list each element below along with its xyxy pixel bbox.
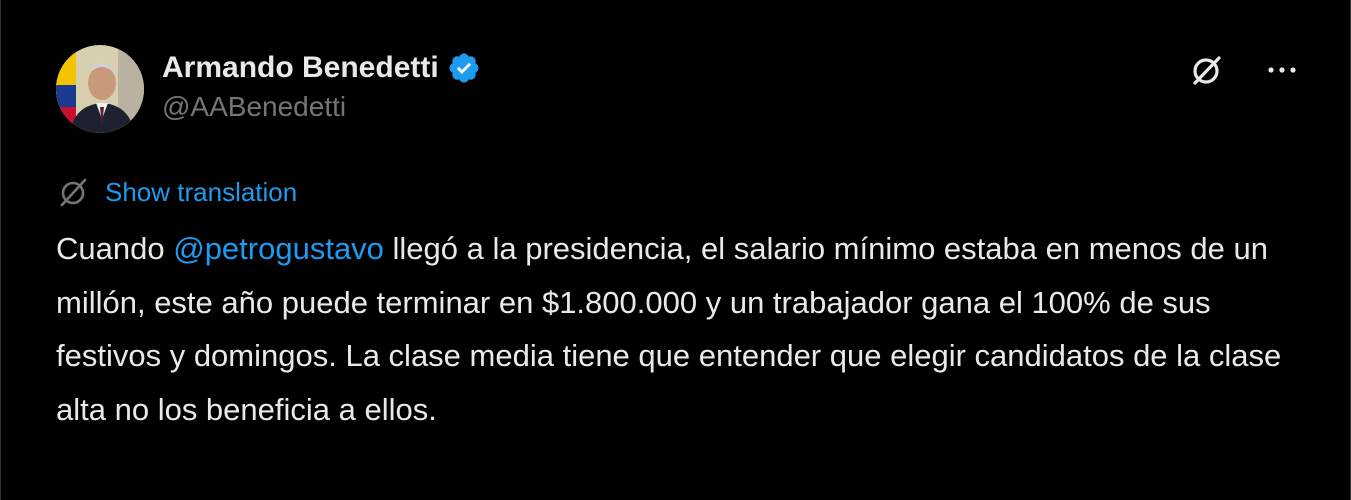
tweet-header: Armando Benedetti @AABenedetti bbox=[56, 45, 481, 133]
verified-badge-icon[interactable] bbox=[447, 51, 481, 85]
more-options-icon[interactable] bbox=[1262, 50, 1302, 90]
avatar-image bbox=[56, 45, 144, 133]
show-translation-link[interactable]: Show translation bbox=[105, 177, 297, 208]
name-row: Armando Benedetti bbox=[162, 51, 481, 85]
handle[interactable]: @AABenedetti bbox=[162, 91, 481, 123]
tweet-text-start: Cuando bbox=[56, 231, 174, 266]
author-block: Armando Benedetti @AABenedetti bbox=[162, 45, 481, 123]
translation-row: Show translation bbox=[57, 176, 297, 208]
tweet-card[interactable]: Armando Benedetti @AABenedetti Show tran… bbox=[0, 0, 1351, 500]
display-name[interactable]: Armando Benedetti bbox=[162, 51, 439, 85]
mention-link[interactable]: @petrogustavo bbox=[173, 231, 384, 266]
grok-icon[interactable] bbox=[1186, 50, 1226, 90]
tweet-text: Cuando @petrogustavo llegó a la presiden… bbox=[56, 222, 1316, 436]
avatar[interactable] bbox=[56, 45, 144, 133]
translate-globe-icon bbox=[57, 176, 89, 208]
top-actions bbox=[1186, 50, 1302, 90]
